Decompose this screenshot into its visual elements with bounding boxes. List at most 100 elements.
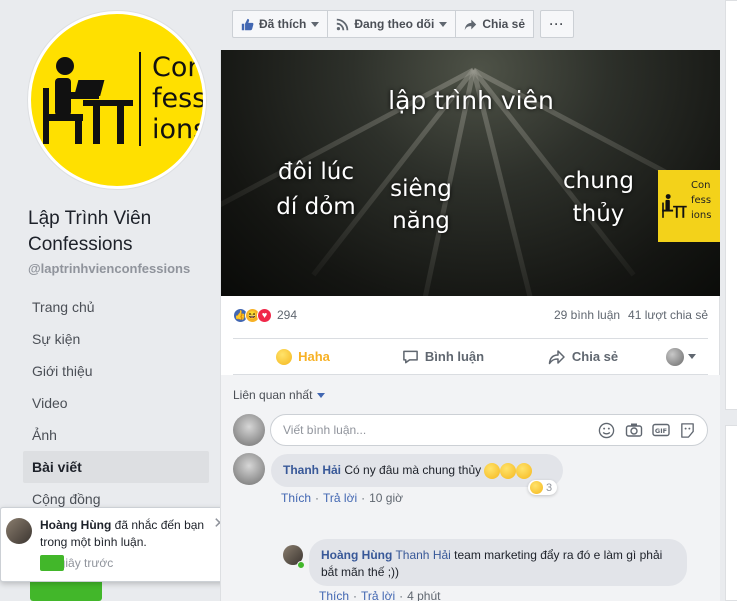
rolling-eyes-emoji-icon xyxy=(484,462,501,479)
following-button[interactable]: Đang theo dõi xyxy=(328,10,457,38)
post-card: lập trình viên đôi lúc dí dỏm siêng năng… xyxy=(220,50,720,601)
page-nav: Trang chủ Sự kiện Giới thiệu Video Ảnh B… xyxy=(23,291,209,515)
right-column-card xyxy=(725,425,737,601)
liked-button[interactable]: Đã thích xyxy=(232,10,329,38)
logo-divider xyxy=(139,52,141,146)
comment-time[interactable]: 10 giờ xyxy=(369,491,403,505)
nav-item-about[interactable]: Giới thiệu xyxy=(23,355,209,387)
comment-text: Có ny đâu mà chung thủy xyxy=(344,463,482,477)
post-as-selector[interactable] xyxy=(653,347,708,366)
rolling-eyes-emoji-icon xyxy=(516,462,533,479)
image-right-text: chung thủy xyxy=(563,168,634,227)
nav-item-events[interactable]: Sự kiện xyxy=(23,323,209,355)
page-profile-picture[interactable]: Con fess ions xyxy=(28,11,206,189)
reply-link[interactable]: Trả lời xyxy=(323,491,357,505)
comments-count[interactable]: 29 bình luận xyxy=(554,308,620,322)
avatar[interactable] xyxy=(233,414,265,446)
comment-label: Bình luận xyxy=(424,349,485,364)
share-page-label: Chia sẻ xyxy=(482,17,526,31)
emoji-icon[interactable] xyxy=(597,421,616,440)
nav-item-home[interactable]: Trang chủ xyxy=(23,291,209,323)
comment-reaction-number: 3 xyxy=(546,481,553,494)
like-comment-link[interactable]: Thích xyxy=(281,491,311,505)
nav-item-posts[interactable]: Bài viết xyxy=(23,451,209,483)
comment-bubble-icon xyxy=(40,555,64,571)
reaction-summary[interactable]: 👍 😆 ♥ xyxy=(233,307,272,323)
share-arrow-icon xyxy=(465,19,477,30)
comment-meta: Thích · Trả lời · 10 giờ xyxy=(281,491,403,505)
reply-mention[interactable]: Thanh Hải xyxy=(395,548,450,562)
post-action-bar: Haha Bình luận Chia sẻ xyxy=(233,338,708,375)
notification-toast[interactable]: Hoàng Hùng đã nhắc đến bạn trong một bìn… xyxy=(0,507,237,582)
reply-author[interactable]: Hoàng Hùng xyxy=(321,548,392,562)
share-label: Chia sẻ xyxy=(571,349,619,364)
love-reaction-icon: ♥ xyxy=(257,307,272,323)
reply-time[interactable]: 4 phút xyxy=(407,589,440,601)
share-page-button[interactable]: Chia sẻ xyxy=(456,10,535,38)
chevron-down-icon xyxy=(439,21,448,27)
like-reply-link[interactable]: Thích xyxy=(319,589,349,601)
chevron-down-icon xyxy=(311,21,320,27)
svg-text:GIF: GIF xyxy=(654,427,666,435)
liked-label: Đã thích xyxy=(259,17,307,31)
reply-link[interactable]: Trả lời xyxy=(361,589,395,601)
comment-input[interactable]: Viết bình luận... GIF xyxy=(270,414,708,446)
page-action-bar: Đã thích Đang theo dõi Chia sẻ ··· xyxy=(232,10,575,38)
right-column-card xyxy=(725,0,737,410)
haha-label: Haha xyxy=(298,349,330,364)
image-center-text: siêng năng xyxy=(390,176,452,234)
notification-message[interactable]: Hoàng Hùng đã nhắc đến bạn trong một bìn… xyxy=(40,517,212,551)
create-button-partial[interactable] xyxy=(30,582,102,601)
programmer-desk-icon xyxy=(43,57,133,144)
following-label: Đang theo dõi xyxy=(354,17,435,31)
comment-sort-label: Liên quan nhất xyxy=(233,388,313,402)
separator: · xyxy=(399,589,404,601)
share-arrow-icon xyxy=(548,349,565,364)
comment-reaction-count[interactable]: 3 xyxy=(528,480,558,495)
post-image[interactable]: lập trình viên đôi lúc dí dỏm siêng năng… xyxy=(221,50,720,296)
haha-emoji-icon xyxy=(530,481,543,494)
haha-button[interactable]: Haha xyxy=(233,348,373,365)
nav-item-videos[interactable]: Video xyxy=(23,387,209,419)
comment-tools: GIF xyxy=(597,421,697,440)
reply-bubble: Hoàng Hùng Thanh Hải team marketing đẩy … xyxy=(309,539,687,586)
reactions-count[interactable]: 294 xyxy=(277,308,297,322)
thumbs-up-icon xyxy=(241,18,254,30)
image-logo-badge: Con fess ions xyxy=(658,170,720,242)
camera-icon[interactable] xyxy=(624,421,643,440)
comment-sort-dropdown[interactable]: Liên quan nhất xyxy=(233,388,326,402)
comment-input-placeholder: Viết bình luận... xyxy=(283,423,367,437)
rss-icon xyxy=(337,18,349,30)
chevron-down-icon xyxy=(317,392,326,398)
sticker-icon[interactable] xyxy=(678,421,697,440)
notification-author: Hoàng Hùng xyxy=(40,518,112,532)
comment-icon xyxy=(403,350,418,363)
logo-text: Con fess ions xyxy=(152,52,206,145)
chevron-down-icon xyxy=(687,354,696,359)
page-name[interactable]: Lập Trình Viên Confessions xyxy=(28,206,218,258)
comment-bubble: Thanh Hải Có ny đâu mà chung thủy xyxy=(271,454,563,487)
notification-avatar xyxy=(6,518,32,544)
separator: · xyxy=(353,589,358,601)
separator: · xyxy=(315,491,320,505)
more-options-button[interactable]: ··· xyxy=(540,10,575,38)
comment-author[interactable]: Thanh Hải xyxy=(283,463,341,477)
post-stats: 👍 😆 ♥ 294 29 bình luận 41 lượt chia sẻ xyxy=(221,296,720,334)
haha-emoji-icon xyxy=(276,348,293,365)
nav-item-photos[interactable]: Ảnh xyxy=(23,419,209,451)
rolling-eyes-emoji-icon xyxy=(500,462,517,479)
avatar[interactable] xyxy=(233,453,265,485)
image-left-text: đôi lúc dí dỏm xyxy=(276,159,356,220)
notification-time: vài giây trước xyxy=(40,555,113,571)
online-indicator xyxy=(297,561,305,569)
shares-count[interactable]: 41 lượt chia sẻ xyxy=(628,308,708,322)
badge-text: Con fess ions xyxy=(691,180,712,221)
comments-section: Liên quan nhất Viết bình luận... GIF Tha… xyxy=(221,375,720,601)
page-handle[interactable]: @laptrinhvienconfessions xyxy=(28,261,190,276)
image-title: lập trình viên xyxy=(388,86,554,115)
avatar xyxy=(665,347,684,366)
gif-icon[interactable]: GIF xyxy=(651,421,670,440)
comment-button[interactable]: Bình luận xyxy=(373,349,513,365)
share-button[interactable]: Chia sẻ xyxy=(513,349,653,365)
separator: · xyxy=(361,491,366,505)
